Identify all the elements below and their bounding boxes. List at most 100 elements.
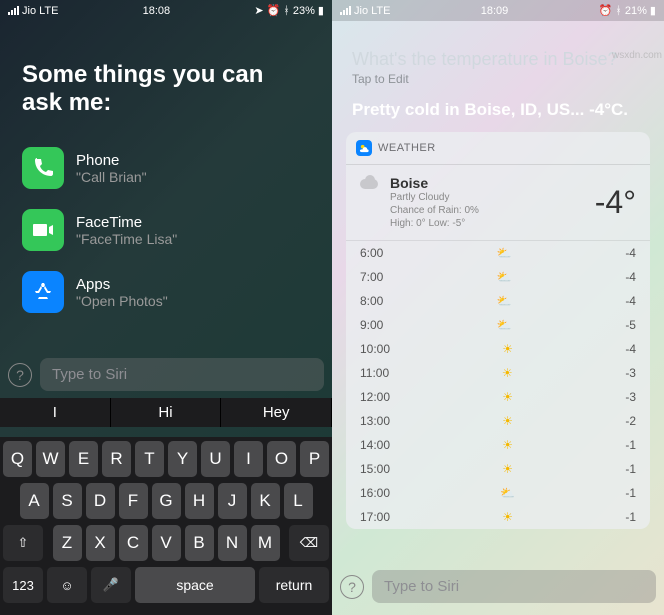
hour-temp: -1 [625,438,636,452]
phone-icon [22,147,64,189]
prediction[interactable]: Hi [111,398,222,427]
carrier-label: Jio [22,5,36,17]
suggestion-example: "FaceTime Lisa" [76,231,177,247]
suggestion-example: "Open Photos" [76,293,168,309]
key-v[interactable]: V [152,525,181,561]
key-d[interactable]: D [86,483,115,519]
sun-icon: ☀ [502,390,513,404]
battery-label: 23% [293,5,315,17]
key-k[interactable]: K [251,483,280,519]
key-p[interactable]: P [300,441,329,477]
bluetooth-icon: ᚼ [615,5,622,17]
weather-card[interactable]: WEATHER Boise Partly Cloudy Chance of Ra… [346,132,650,529]
hourly-row: 10:00☀-4 [346,337,650,361]
key-g[interactable]: G [152,483,181,519]
hour-label: 9:00 [360,318,383,332]
siri-weather-screen: wsxdn.com Jio LTE 18:09 ⏰ ᚼ 21% ▮ What's… [332,0,664,615]
key-t[interactable]: T [135,441,164,477]
key-s[interactable]: S [53,483,82,519]
key-z[interactable]: Z [53,525,82,561]
help-icon[interactable]: ? [340,575,364,599]
battery-label: 21% [625,5,647,17]
mic-key[interactable]: 🎤 [91,567,131,603]
key-r[interactable]: R [102,441,131,477]
hour-label: 14:00 [360,438,390,452]
alarm-icon: ⏰ [267,4,281,17]
key-l[interactable]: L [284,483,313,519]
siri-input-row: ? Type to Siri [332,564,664,609]
hourly-row: 13:00☀-2 [346,409,650,433]
cloud-icon [360,175,382,189]
key-q[interactable]: Q [3,441,32,477]
siri-text-input[interactable]: Type to Siri [372,570,656,603]
key-u[interactable]: U [201,441,230,477]
key-x[interactable]: X [86,525,115,561]
siri-text-input[interactable]: Type to Siri [40,358,324,391]
hour-temp: -1 [625,510,636,524]
space-key[interactable]: space [135,567,255,603]
battery-icon: ▮ [650,4,656,17]
hourly-row: 12:00 ☀ -3 [346,385,650,409]
shift-key[interactable]: ⇧ [3,525,43,561]
emoji-key[interactable]: ☺ [47,567,87,603]
hour-temp: -4 [625,294,636,308]
hourly-row: 15:00☀-1 [346,457,650,481]
alarm-icon: ⏰ [599,4,613,17]
tap-to-edit[interactable]: Tap to Edit [332,72,664,100]
hour-label: 15:00 [360,462,390,476]
hourly-row: 17:00☀-1 [346,505,650,529]
key-m[interactable]: M [251,525,280,561]
key-f[interactable]: F [119,483,148,519]
suggestion-example: "Call Brian" [76,169,147,185]
hour-temp: -5 [625,318,636,332]
hour-temp: -3 [625,390,636,404]
hourly-row: 16:00⛅-1 [346,481,650,505]
weather-app-icon [356,140,372,156]
network-label: LTE [371,5,390,17]
hour-label: 7:00 [360,270,383,284]
siri-input-row: ? Type to Siri [0,352,332,397]
key-a[interactable]: A [20,483,49,519]
backspace-key[interactable]: ⌫ [289,525,329,561]
key-w[interactable]: W [36,441,65,477]
prediction[interactable]: I [0,398,111,427]
suggestion-title: FaceTime [76,214,177,231]
prediction[interactable]: Hey [221,398,332,427]
sun-icon: ☀ [502,366,513,380]
key-e[interactable]: E [69,441,98,477]
current-weather: Boise Partly Cloudy Chance of Rain: 0% H… [346,165,650,241]
key-o[interactable]: O [267,441,296,477]
hour-label: 16:00 [360,486,390,500]
key-j[interactable]: J [218,483,247,519]
suggestion-apps[interactable]: Apps "Open Photos" [0,261,332,323]
rain-label: Chance of Rain: 0% [390,204,479,217]
suggestion-phone[interactable]: Phone "Call Brian" [0,137,332,199]
hour-label: 12:00 [360,390,390,404]
hourly-row: 6:00⛅-4 [346,241,650,265]
predictive-bar: I Hi Hey [0,398,332,427]
key-h[interactable]: H [185,483,214,519]
sun-icon: ☀ [502,510,513,524]
carrier-label: Jio [354,5,368,17]
key-b[interactable]: B [185,525,214,561]
numbers-key[interactable]: 123 [3,567,43,603]
facetime-icon [22,209,64,251]
sun-icon: ☀ [502,414,513,428]
status-bar: Jio LTE 18:08 ➤ ⏰ ᚼ 23% ▮ [0,0,332,21]
suggestion-facetime[interactable]: FaceTime "FaceTime Lisa" [0,199,332,261]
key-n[interactable]: N [218,525,247,561]
partly-cloudy-icon: ⛅ [497,270,512,284]
clock: 18:09 [481,5,509,17]
hour-temp: -4 [625,342,636,356]
return-key[interactable]: return [259,567,329,603]
hourly-row: 9:00⛅-5 [346,313,650,337]
hour-temp: -1 [625,462,636,476]
siri-answer: Pretty cold in Boise, ID, US... -4°C. [332,100,664,132]
key-i[interactable]: I [234,441,263,477]
partly-cloudy-icon: ⛅ [500,486,515,500]
help-icon[interactable]: ? [8,363,32,387]
key-y[interactable]: Y [168,441,197,477]
user-query[interactable]: What's the temperature in Boise? [332,21,664,72]
partly-cloudy-icon: ⛅ [497,294,512,308]
key-c[interactable]: C [119,525,148,561]
